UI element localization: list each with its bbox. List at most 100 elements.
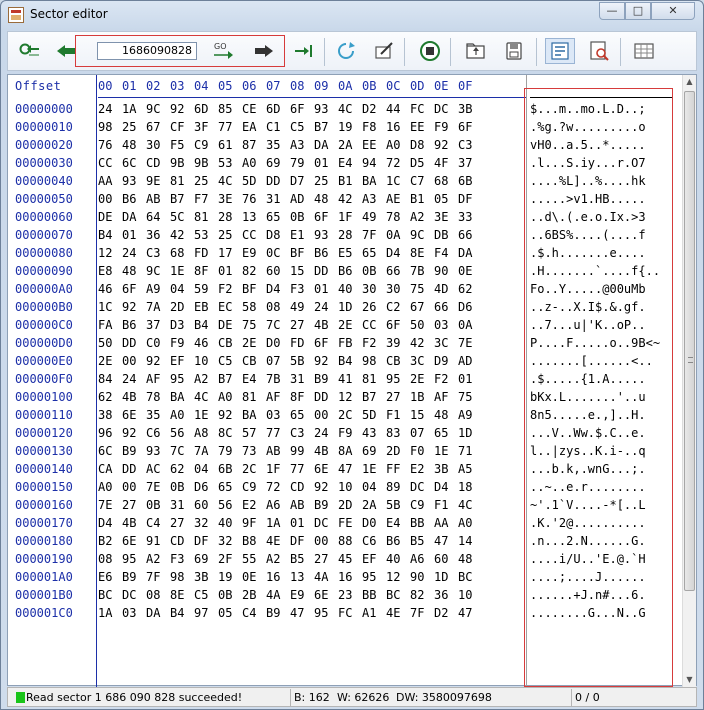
byte-cell[interactable]: 7B xyxy=(266,370,290,388)
row-bytes[interactable]: 98 25 67 CF 3F 77 EA C1 C5 B7 19 F8 16 EE F9 6F xyxy=(98,118,526,136)
byte-cell[interactable]: 95 xyxy=(122,550,146,568)
byte-cell[interactable]: B5 xyxy=(410,532,434,550)
byte-cell[interactable]: AC xyxy=(146,460,170,478)
byte-cell[interactable]: 01 xyxy=(122,226,146,244)
byte-cell[interactable]: 3C xyxy=(434,334,458,352)
byte-cell[interactable]: 7B xyxy=(410,262,434,280)
byte-cell[interactable]: A5 xyxy=(458,460,482,478)
byte-cell[interactable]: D0 xyxy=(362,514,386,532)
byte-cell[interactable]: 00 xyxy=(122,478,146,496)
byte-cell[interactable]: 04 xyxy=(170,280,194,298)
byte-cell[interactable]: 95 xyxy=(362,568,386,586)
byte-cell[interactable]: B7 xyxy=(170,190,194,208)
hex-row[interactable]: 000000B0 1C 92 7A 2D EB EC 58 08 49 24 1D 26 C2 67 66 D6… xyxy=(8,298,684,316)
byte-cell[interactable]: 82 xyxy=(242,262,266,280)
byte-cell[interactable]: C9 xyxy=(410,496,434,514)
byte-cell[interactable]: BF xyxy=(290,244,314,262)
row-bytes[interactable]: D4 4B C4 27 32 40 9F 1A 01 DC FE D0 E4 BB AA A0 xyxy=(98,514,526,532)
byte-cell[interactable]: 31 xyxy=(266,190,290,208)
byte-cell[interactable]: 89 xyxy=(386,478,410,496)
row-bytes[interactable]: BC DC 08 8E C5 0B 2B 4A E9 6E 23 BB BC 82 36 10 xyxy=(98,586,526,604)
byte-cell[interactable]: F4 xyxy=(434,244,458,262)
byte-cell[interactable]: 4A xyxy=(266,586,290,604)
row-ascii[interactable]: bKx.L.......'..u xyxy=(530,388,672,406)
row-bytes[interactable]: 1C 92 7A 2D EB EC 58 08 49 24 1D 26 C2 67 66 D6 xyxy=(98,298,526,316)
byte-cell[interactable]: F1 xyxy=(434,496,458,514)
byte-cell[interactable]: D6 xyxy=(458,298,482,316)
byte-cell[interactable]: 1A xyxy=(122,100,146,118)
byte-cell[interactable]: 44 xyxy=(386,100,410,118)
byte-cell[interactable]: E1 xyxy=(290,226,314,244)
byte-cell[interactable]: 12 xyxy=(386,568,410,586)
row-ascii[interactable]: ..6BS%....(....f xyxy=(530,226,672,244)
byte-cell[interactable]: 6E xyxy=(314,586,338,604)
byte-cell[interactable]: 93 xyxy=(122,172,146,190)
row-bytes[interactable]: 12 24 C3 68 FD 17 E9 0C BF B6 E5 65 D4 8E F4 DA xyxy=(98,244,526,262)
byte-cell[interactable]: 66 xyxy=(458,226,482,244)
row-ascii[interactable]: ..~..e.r........ xyxy=(530,478,672,496)
byte-cell[interactable]: 01 xyxy=(290,514,314,532)
hex-row[interactable]: 000001B0 BC DC 08 8E C5 0B 2B 4A E9 6E 23 BB BC 82 36 10… xyxy=(8,586,684,604)
row-bytes[interactable]: 24 1A 9C 92 6D 85 CE 6D 6F 93 4C D2 44 FC DC 3B xyxy=(98,100,526,118)
byte-cell[interactable]: 00 xyxy=(98,190,122,208)
row-ascii[interactable]: l..|zys..K.i-..q xyxy=(530,442,672,460)
row-bytes[interactable]: 7E 27 0B 31 60 56 E2 A6 AB B9 2D 2A 5B C9 F1 4C xyxy=(98,496,526,514)
byte-cell[interactable]: 46 xyxy=(194,334,218,352)
byte-cell[interactable]: 7F xyxy=(410,604,434,622)
settings-button[interactable] xyxy=(630,38,658,64)
refresh-button[interactable] xyxy=(332,38,360,64)
byte-cell[interactable]: B1 xyxy=(410,190,434,208)
byte-cell[interactable]: B6 xyxy=(122,190,146,208)
byte-cell[interactable]: DB xyxy=(434,226,458,244)
byte-cell[interactable]: 4E xyxy=(386,604,410,622)
byte-cell[interactable]: 12 xyxy=(338,388,362,406)
byte-cell[interactable]: 0E xyxy=(242,568,266,586)
save-button[interactable] xyxy=(500,38,528,64)
byte-cell[interactable]: 27 xyxy=(314,550,338,568)
byte-cell[interactable]: 4C xyxy=(458,496,482,514)
byte-cell[interactable]: 37 xyxy=(458,154,482,172)
row-bytes[interactable]: B2 6E 91 CD DF 32 B8 4E DF 00 88 C6 B6 B5 47 14 xyxy=(98,532,526,550)
byte-cell[interactable]: 07 xyxy=(410,424,434,442)
byte-cell[interactable]: D8 xyxy=(410,136,434,154)
byte-cell[interactable]: 83 xyxy=(386,424,410,442)
byte-cell[interactable]: 9E xyxy=(146,172,170,190)
byte-cell[interactable]: 05 xyxy=(434,190,458,208)
row-ascii[interactable]: .K.'2@.......... xyxy=(530,514,672,532)
row-bytes[interactable]: CA DD AC 62 04 6B 2C 1F 77 6E 47 1E FF E2 3B A5 xyxy=(98,460,526,478)
byte-cell[interactable]: D4 xyxy=(434,478,458,496)
byte-cell[interactable]: BB xyxy=(362,586,386,604)
byte-cell[interactable]: 72 xyxy=(386,154,410,172)
row-bytes[interactable]: 1A 03 DA B4 97 05 C4 B9 47 95 FC A1 4E 7F D2 47 xyxy=(98,604,526,622)
minimize-button[interactable]: — xyxy=(599,2,625,20)
byte-cell[interactable]: C3 xyxy=(290,424,314,442)
byte-cell[interactable]: 2F xyxy=(218,550,242,568)
byte-cell[interactable]: 7E xyxy=(458,334,482,352)
byte-cell[interactable]: B7 xyxy=(362,388,386,406)
row-bytes[interactable]: 96 92 C6 56 A8 8C 57 77 C3 24 F9 43 83 07 65 1D xyxy=(98,424,526,442)
row-ascii[interactable]: .$.....{1.A..... xyxy=(530,370,672,388)
byte-cell[interactable]: 03 xyxy=(266,406,290,424)
byte-cell[interactable]: A0 xyxy=(458,514,482,532)
byte-cell[interactable]: 47 xyxy=(338,460,362,478)
row-ascii[interactable]: ...V..Ww.$.C..e. xyxy=(530,424,672,442)
byte-cell[interactable]: 4C xyxy=(338,100,362,118)
byte-cell[interactable]: A6 xyxy=(266,496,290,514)
byte-cell[interactable]: 49 xyxy=(362,208,386,226)
byte-cell[interactable]: CD xyxy=(146,154,170,172)
byte-cell[interactable]: 2C xyxy=(242,460,266,478)
byte-cell[interactable]: CB xyxy=(218,334,242,352)
byte-cell[interactable]: AD xyxy=(290,190,314,208)
hex-row[interactable]: 000000A0 46 6F A9 04 59 F2 BF D4 F3 01 40 30 30 75 4D 62… xyxy=(8,280,684,298)
byte-cell[interactable]: 10 xyxy=(338,478,362,496)
byte-cell[interactable]: E4 xyxy=(338,154,362,172)
byte-cell[interactable]: 0B xyxy=(170,478,194,496)
byte-cell[interactable]: 7F xyxy=(362,226,386,244)
byte-cell[interactable]: 96 xyxy=(98,424,122,442)
hex-row[interactable]: 00000060 DE DA 64 5C 81 28 13 65 0B 6F 1F 49 78 A2 3E 33… xyxy=(8,208,684,226)
byte-cell[interactable]: 3F xyxy=(194,118,218,136)
byte-cell[interactable]: B9 xyxy=(122,568,146,586)
byte-cell[interactable]: 2E xyxy=(98,352,122,370)
byte-cell[interactable]: 79 xyxy=(290,154,314,172)
byte-cell[interactable]: 69 xyxy=(362,442,386,460)
